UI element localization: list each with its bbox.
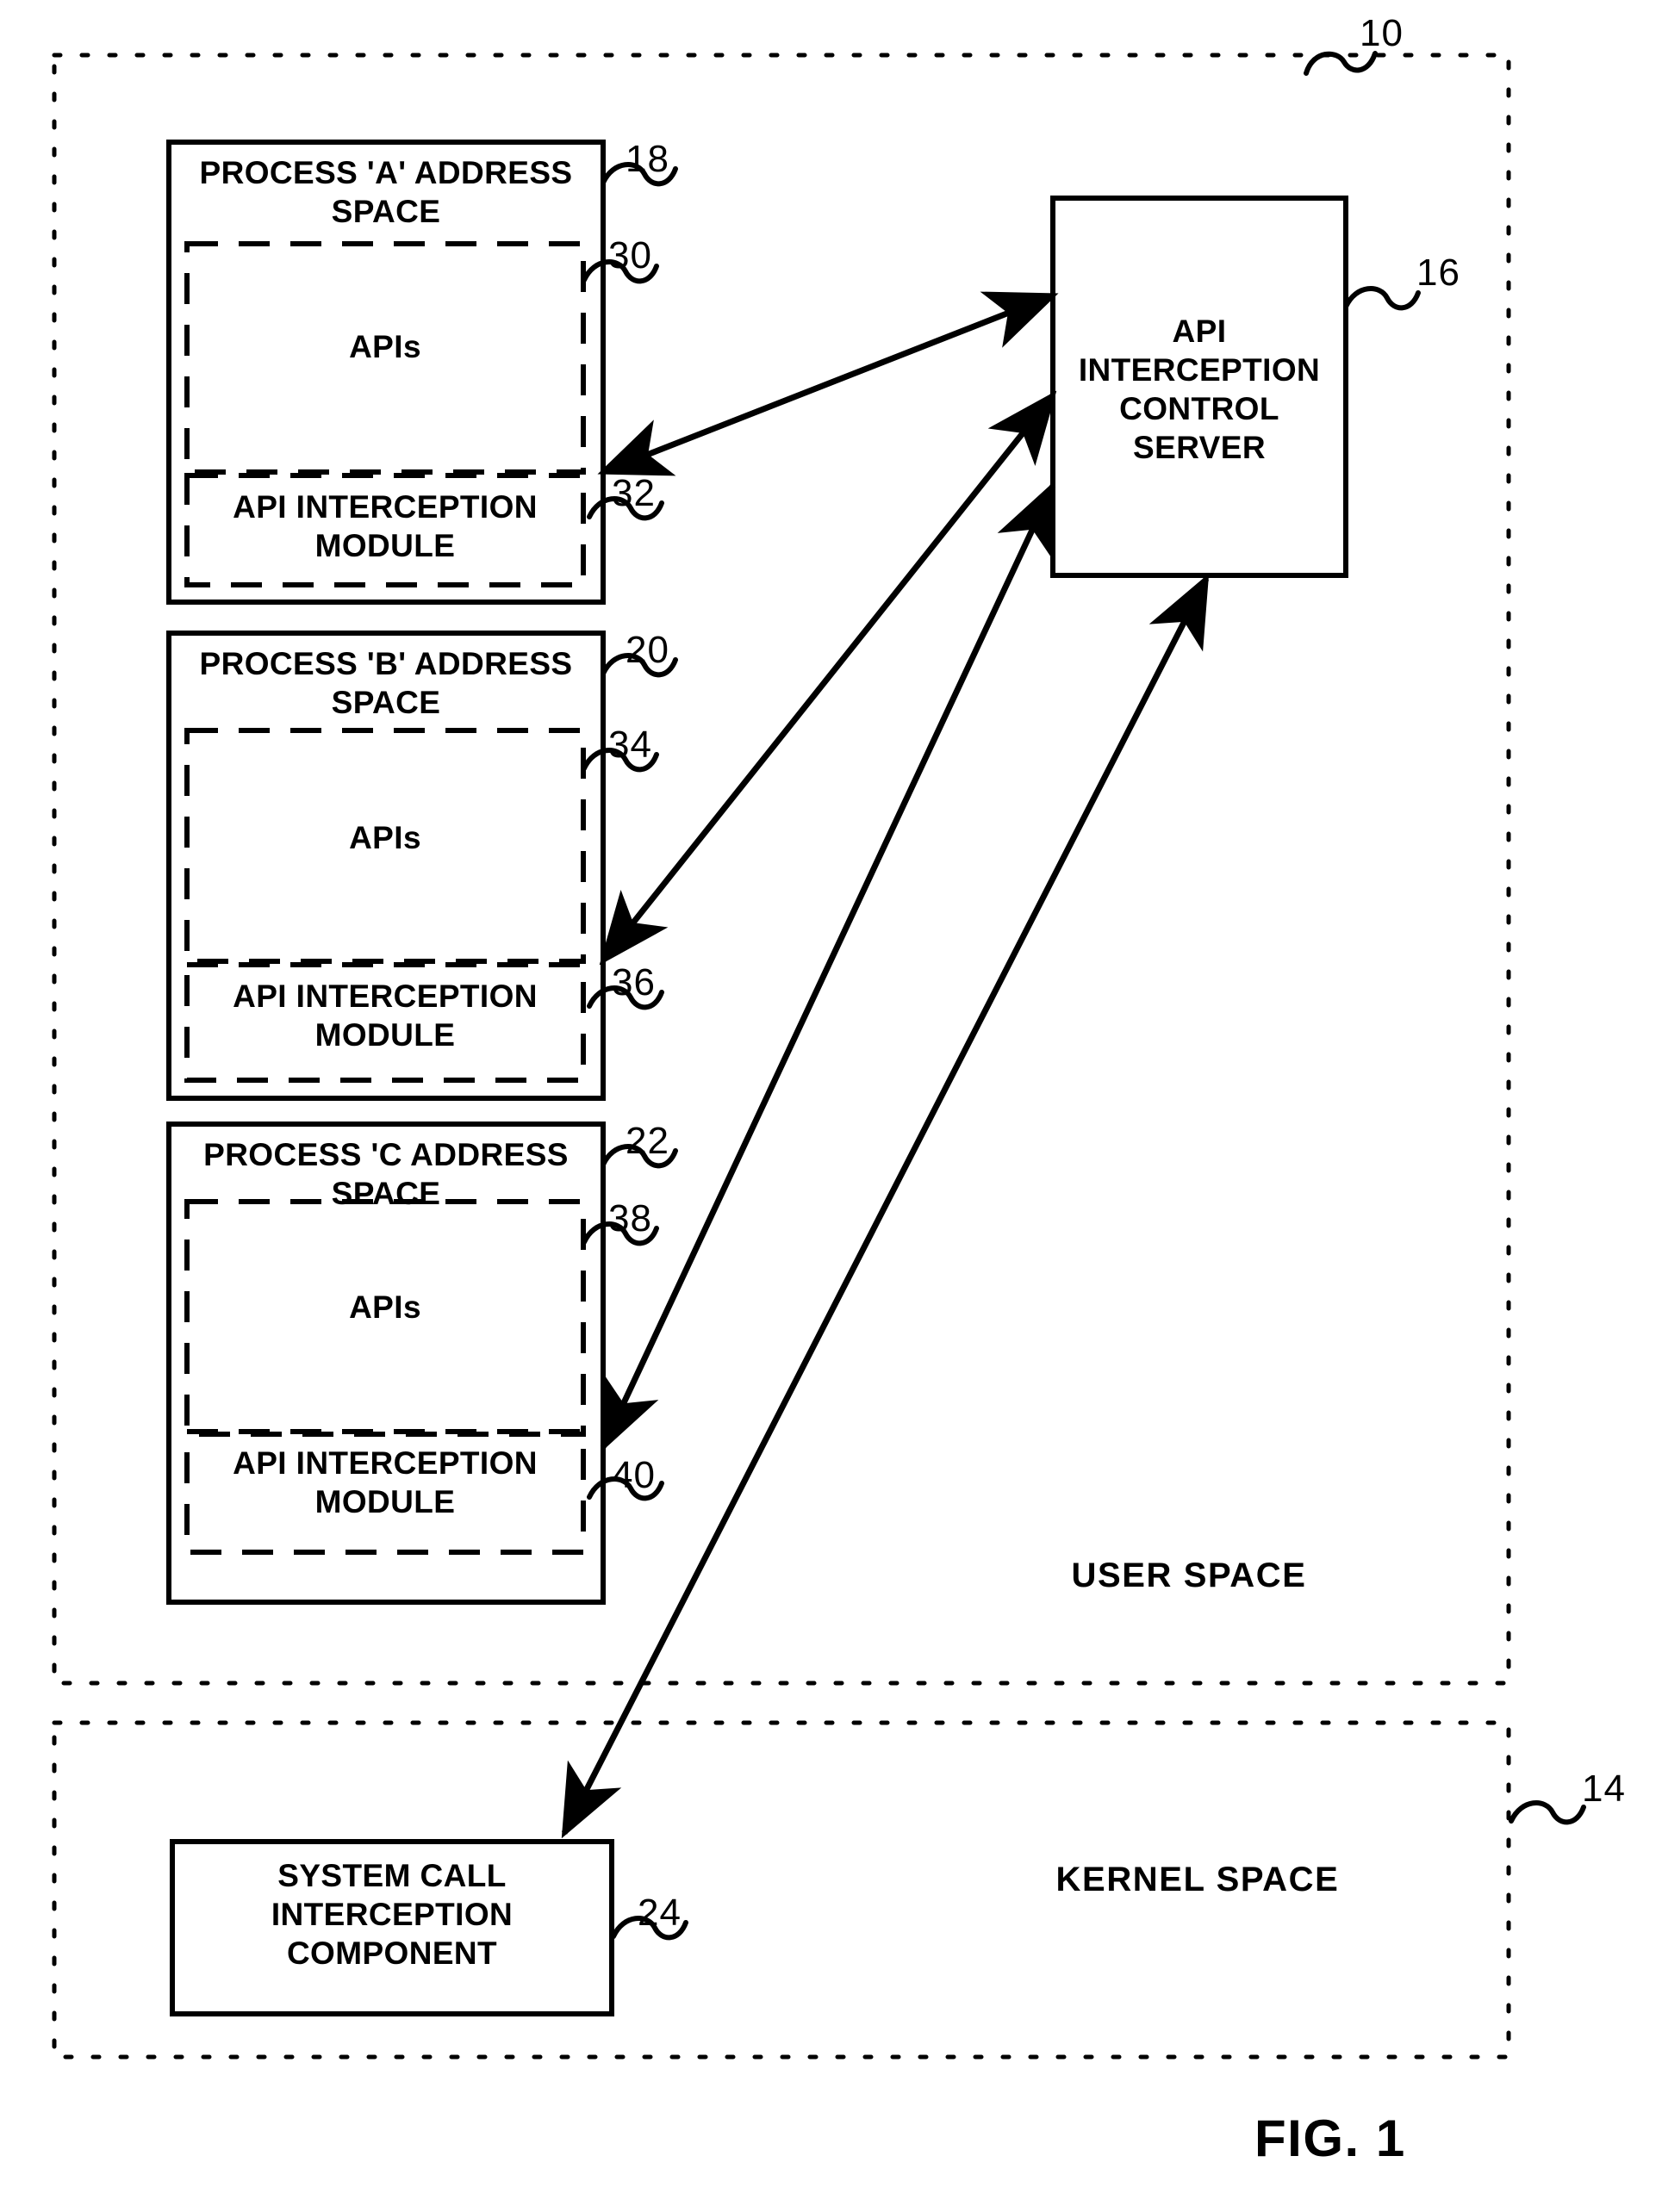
api-interception-control-server-title: API INTERCEPTION CONTROL SERVER: [1078, 314, 1321, 466]
ref-process-a-18: 18: [626, 138, 669, 180]
arrow-process-a-to-server: [597, 291, 1059, 476]
ref-system-10: 10: [1360, 12, 1404, 54]
ref-kernel-space-14: 14: [1582, 1768, 1626, 1810]
process-a-apis-label: APIs: [349, 329, 421, 364]
process-a-title: PROCESS 'A' ADDRESS SPACE: [199, 155, 573, 230]
ref-server-16: 16: [1416, 252, 1460, 294]
ref-process-a-module-32: 32: [612, 472, 656, 514]
ref-process-c-apis-38: 38: [608, 1197, 652, 1240]
ref-process-b-apis-34: 34: [608, 724, 652, 766]
ref-process-b-20: 20: [626, 629, 669, 671]
process-b-apis-label: APIs: [349, 820, 421, 855]
system-call-interception-component-title: SYSTEM CALL INTERCEPTION COMPONENT: [271, 1858, 514, 1972]
kernel-space-label: KERNEL SPACE: [1055, 1861, 1340, 1898]
leader-14: [1509, 1800, 1586, 1825]
process-c-title: PROCESS 'C ADDRESS SPACE: [203, 1137, 569, 1212]
leader-10: [1304, 51, 1378, 76]
process-c-apis-label: APIs: [349, 1289, 421, 1325]
ref-process-c-module-40: 40: [612, 1454, 656, 1496]
process-b-module-label: API INTERCEPTION MODULE: [233, 979, 538, 1053]
arrow-kernel-component-to-server: [561, 573, 1210, 1839]
leader-16: [1343, 286, 1421, 311]
arrow-process-b-to-server: [599, 390, 1057, 966]
process-a-module-label: API INTERCEPTION MODULE: [233, 489, 538, 564]
ref-process-a-apis-30: 30: [608, 234, 652, 276]
patent-figure: 10 PROCESS 'A' ADDRESS SPACE 18 APIs 30 …: [0, 0, 1662, 2212]
ref-kernel-component-24: 24: [638, 1892, 682, 1934]
ref-process-c-22: 22: [626, 1120, 669, 1162]
ref-process-b-module-36: 36: [612, 961, 656, 1003]
process-c-module-label: API INTERCEPTION MODULE: [233, 1445, 538, 1520]
process-b-title: PROCESS 'B' ADDRESS SPACE: [199, 646, 573, 721]
user-space-label: USER SPACE: [1071, 1556, 1307, 1594]
user-space-region: [52, 53, 1511, 1686]
figure-label: FIG. 1: [1254, 2109, 1406, 2167]
arrow-process-c-to-server: [600, 480, 1056, 1453]
